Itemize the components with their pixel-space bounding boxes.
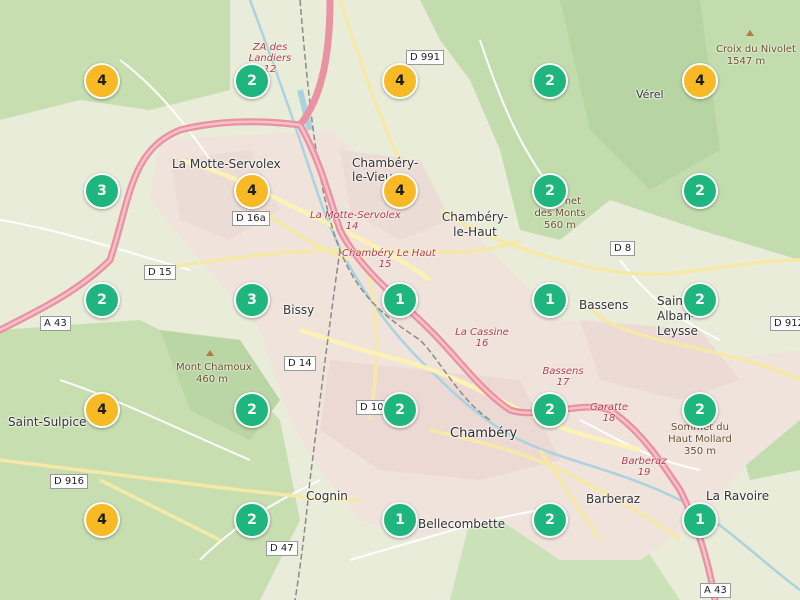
cluster-marker[interactable]: 3: [234, 282, 270, 318]
cluster-marker[interactable]: 2: [532, 173, 568, 209]
cluster-marker[interactable]: 2: [234, 63, 270, 99]
cluster-marker[interactable]: 2: [682, 392, 718, 428]
cluster-marker[interactable]: 2: [532, 392, 568, 428]
cluster-marker[interactable]: 1: [682, 502, 718, 538]
cluster-marker[interactable]: 4: [234, 173, 270, 209]
cluster-marker[interactable]: 4: [84, 63, 120, 99]
cluster-marker[interactable]: 2: [84, 282, 120, 318]
cluster-marker[interactable]: 4: [682, 63, 718, 99]
cluster-marker[interactable]: 2: [234, 502, 270, 538]
cluster-marker[interactable]: 4: [84, 502, 120, 538]
cluster-marker[interactable]: 2: [682, 173, 718, 209]
cluster-marker[interactable]: 2: [682, 282, 718, 318]
cluster-marker[interactable]: 1: [382, 502, 418, 538]
cluster-marker[interactable]: 4: [382, 173, 418, 209]
cluster-marker[interactable]: 2: [532, 502, 568, 538]
cluster-marker[interactable]: 2: [382, 392, 418, 428]
cluster-marker[interactable]: 3: [84, 173, 120, 209]
cluster-marker[interactable]: 4: [84, 392, 120, 428]
cluster-marker[interactable]: 2: [234, 392, 270, 428]
cluster-marker[interactable]: 1: [382, 282, 418, 318]
map-view[interactable]: La Motte-Servolex Chambéry-le-Vieux Cham…: [0, 0, 800, 600]
cluster-marker[interactable]: 2: [532, 63, 568, 99]
cluster-marker[interactable]: 4: [382, 63, 418, 99]
cluster-marker[interactable]: 1: [532, 282, 568, 318]
